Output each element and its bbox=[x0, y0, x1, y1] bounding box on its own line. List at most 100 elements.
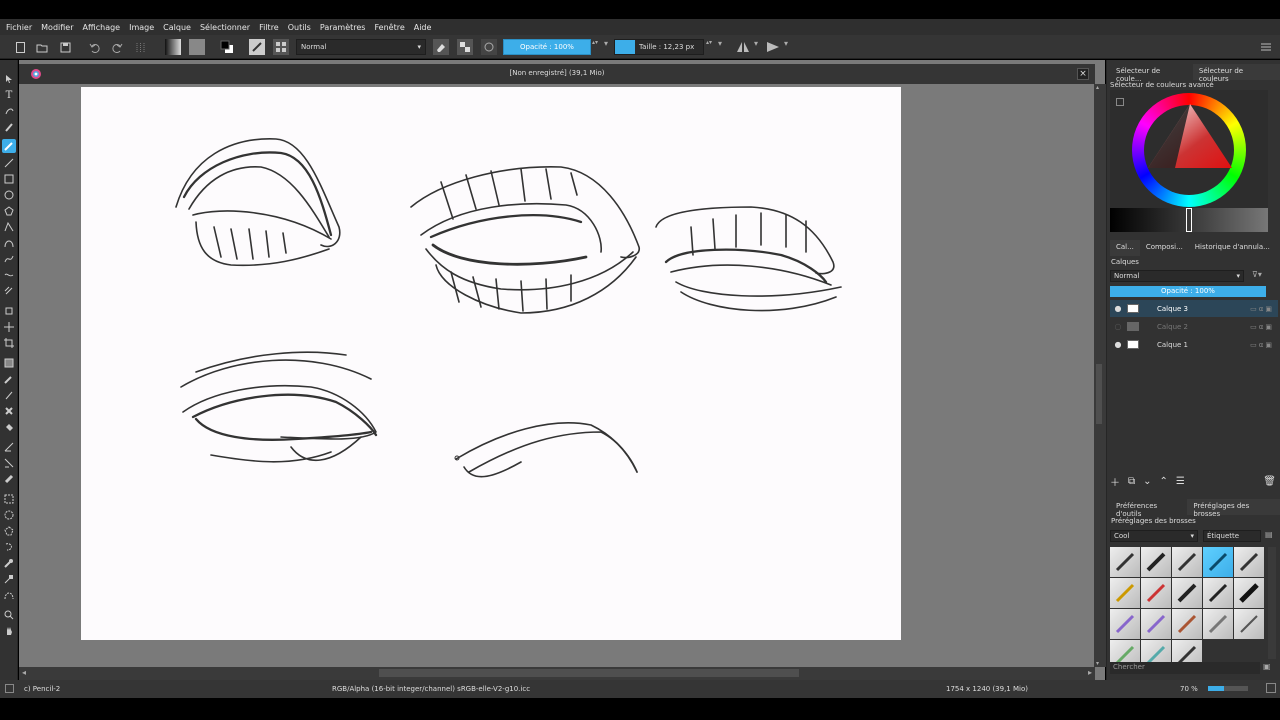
size-chevron-icon[interactable]: ▾ bbox=[718, 39, 726, 55]
duplicate-layer-icon[interactable]: ⧉ bbox=[1128, 476, 1135, 487]
freehand-path-icon[interactable] bbox=[2, 252, 16, 266]
tab-advanced-color-selector[interactable]: Sélecteur de couleurs bbox=[1192, 64, 1280, 83]
move-tool-icon[interactable] bbox=[2, 320, 16, 334]
gradient-tool-icon[interactable] bbox=[2, 356, 16, 370]
brush-preset[interactable] bbox=[1172, 547, 1202, 577]
brush-preset[interactable] bbox=[1110, 547, 1140, 577]
polygon-tool-icon[interactable] bbox=[2, 204, 16, 218]
similar-select-icon[interactable] bbox=[2, 572, 16, 586]
fit-page-icon[interactable] bbox=[1266, 683, 1276, 693]
ellipse-tool-icon[interactable] bbox=[2, 188, 16, 202]
menu-aide[interactable]: Aide bbox=[414, 23, 432, 32]
new-document-icon[interactable] bbox=[12, 39, 28, 55]
menu-selectionner[interactable]: Sélectionner bbox=[200, 23, 250, 32]
gradient-swatch[interactable] bbox=[165, 39, 181, 55]
select-shapes-icon[interactable] bbox=[2, 72, 16, 86]
brush-preset[interactable] bbox=[1141, 578, 1171, 608]
smart-patch-icon[interactable] bbox=[2, 404, 16, 418]
brush-preset[interactable] bbox=[1141, 609, 1171, 639]
contiguous-select-icon[interactable] bbox=[2, 556, 16, 570]
tab-brush-presets[interactable]: Préréglages des brosses bbox=[1187, 499, 1280, 518]
horizontal-scrollbar[interactable]: ◂ ▸ bbox=[19, 667, 1095, 680]
brush-preset[interactable] bbox=[1234, 609, 1264, 639]
reload-preset-icon[interactable] bbox=[481, 39, 497, 55]
tab-layers[interactable]: Cal... bbox=[1110, 240, 1140, 256]
reference-tool-icon[interactable] bbox=[2, 472, 16, 486]
save-icon[interactable] bbox=[57, 39, 73, 55]
polygon-select-icon[interactable] bbox=[2, 524, 16, 538]
save-search-icon[interactable]: ▣ bbox=[1263, 662, 1271, 671]
dynamic-brush-icon[interactable] bbox=[2, 268, 16, 282]
mirror-v-chevron-icon[interactable]: ▾ bbox=[784, 39, 792, 55]
transform-tool-icon[interactable] bbox=[2, 304, 16, 318]
vertical-scroll-thumb[interactable] bbox=[1096, 364, 1102, 424]
brush-preset[interactable] bbox=[1234, 578, 1264, 608]
presets-scrollbar[interactable] bbox=[1268, 547, 1276, 659]
layer-properties-icon[interactable]: ☰ bbox=[1176, 476, 1185, 487]
freehand-select-icon[interactable] bbox=[2, 540, 16, 554]
assistant-tool-icon[interactable] bbox=[2, 456, 16, 470]
rectangle-tool-icon[interactable] bbox=[2, 172, 16, 186]
horizontal-scroll-thumb[interactable] bbox=[379, 669, 799, 677]
undo-icon[interactable] bbox=[86, 39, 102, 55]
menu-calque[interactable]: Calque bbox=[163, 23, 191, 32]
zoom-tool-icon[interactable] bbox=[2, 608, 16, 622]
scroll-down-icon[interactable]: ▾ bbox=[1096, 660, 1099, 667]
brush-preset[interactable] bbox=[1172, 609, 1202, 639]
layer-blend-select[interactable]: Normal ▾ bbox=[1110, 270, 1244, 282]
layer-flags-icon[interactable]: ▭α▣ bbox=[1250, 305, 1274, 313]
preset-search-input[interactable]: Chercher bbox=[1110, 662, 1260, 674]
scroll-up-icon[interactable]: ▴ bbox=[1096, 84, 1099, 91]
bezier-select-icon[interactable] bbox=[2, 588, 16, 602]
menu-filtre[interactable]: Filtre bbox=[259, 23, 279, 32]
layer-row-calque-2[interactable]: ○ Calque 2 ▭α▣ bbox=[1110, 318, 1278, 335]
size-slider[interactable]: Taille : 12,23 px bbox=[614, 39, 704, 55]
fg-bg-color-icon[interactable] bbox=[219, 39, 235, 55]
menu-modifier[interactable]: Modifier bbox=[41, 23, 73, 32]
mirror-horizontal-icon[interactable] bbox=[735, 39, 751, 55]
layer-row-calque-1[interactable]: ● Calque 1 ▭α▣ bbox=[1110, 336, 1278, 353]
filter-icon[interactable]: ⊽▾ bbox=[1252, 270, 1262, 279]
visibility-hidden-icon[interactable]: ○ bbox=[1112, 322, 1124, 331]
brush-preset[interactable] bbox=[1110, 609, 1140, 639]
close-document-icon[interactable]: × bbox=[1077, 68, 1089, 80]
rect-select-icon[interactable] bbox=[2, 492, 16, 506]
color-picker-icon[interactable] bbox=[2, 372, 16, 386]
opacity-chevron-icon[interactable]: ▾ bbox=[604, 39, 612, 55]
edit-shapes-icon[interactable] bbox=[2, 104, 16, 118]
tab-tool-options[interactable]: Préférences d'outils bbox=[1110, 499, 1187, 518]
fill-bucket-icon[interactable] bbox=[2, 420, 16, 434]
brush-preset[interactable] bbox=[1110, 578, 1140, 608]
vertical-scrollbar[interactable]: ▴ ▾ bbox=[1094, 84, 1106, 667]
text-tool-icon[interactable]: T bbox=[2, 88, 16, 102]
menu-outils[interactable]: Outils bbox=[288, 23, 311, 32]
layer-row-calque-3[interactable]: ● Calque 3 ▭α▣ bbox=[1110, 300, 1278, 317]
brush-preset[interactable] bbox=[1203, 609, 1233, 639]
menu-fichier[interactable]: Fichier bbox=[6, 23, 32, 32]
scroll-right-icon[interactable]: ▸ bbox=[1088, 668, 1092, 677]
brush-preset[interactable] bbox=[1172, 578, 1202, 608]
multibrush-icon[interactable] bbox=[2, 284, 16, 298]
mirror-vertical-icon[interactable] bbox=[765, 39, 781, 55]
color-settings-icon[interactable] bbox=[1116, 98, 1124, 106]
menu-affichage[interactable]: Affichage bbox=[83, 23, 121, 32]
size-spin-icon[interactable]: ▴▾ bbox=[706, 39, 714, 55]
delete-layer-icon[interactable]: 🗑 bbox=[1263, 476, 1276, 487]
polyline-tool-icon[interactable] bbox=[2, 220, 16, 234]
brush-preset[interactable] bbox=[1203, 578, 1233, 608]
move-layer-up-icon[interactable]: ⌃ bbox=[1160, 476, 1168, 487]
menu-fenetre[interactable]: Fenêtre bbox=[374, 23, 404, 32]
preset-filter-select[interactable]: Cool ▾ bbox=[1110, 530, 1198, 542]
tab-color-selector[interactable]: Sélecteur de coule... bbox=[1110, 64, 1193, 83]
brush-editor-icon[interactable] bbox=[273, 39, 289, 55]
pattern-swatch[interactable] bbox=[189, 39, 205, 55]
add-layer-icon[interactable]: ＋ bbox=[1110, 474, 1120, 489]
drawing-canvas[interactable] bbox=[81, 87, 901, 640]
zoom-slider[interactable] bbox=[1208, 686, 1248, 691]
line-tool-icon[interactable] bbox=[2, 156, 16, 170]
tag-button[interactable]: Étiquette bbox=[1203, 530, 1261, 542]
layer-opacity-slider[interactable]: Opacité : 100% bbox=[1110, 286, 1266, 297]
redo-icon[interactable] bbox=[109, 39, 125, 55]
preset-view-icon[interactable]: ▤ bbox=[1265, 530, 1273, 539]
opacity-slider[interactable]: Opacité : 100% bbox=[503, 39, 591, 55]
